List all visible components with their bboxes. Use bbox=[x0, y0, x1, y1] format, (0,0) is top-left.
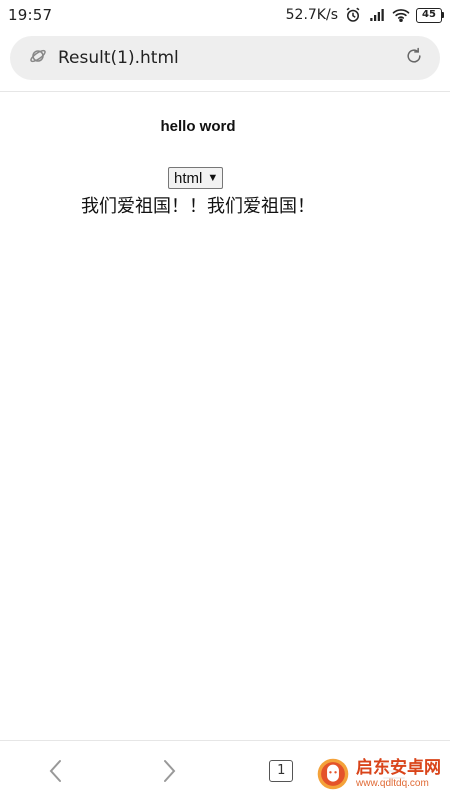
site-planet-icon bbox=[28, 46, 58, 70]
wifi-icon bbox=[392, 6, 410, 24]
tab-count: 1 bbox=[269, 759, 294, 782]
watermark-logo-icon bbox=[317, 758, 349, 790]
status-time: 19:57 bbox=[8, 6, 53, 24]
page-heading: hello word bbox=[160, 118, 236, 135]
back-button[interactable] bbox=[34, 749, 78, 793]
watermark: 启东安卓网 www.qdltdq.com bbox=[316, 754, 444, 794]
chevron-right-icon bbox=[163, 759, 176, 782]
watermark-title: 启东安卓网 bbox=[356, 758, 441, 779]
page-paragraph: 我们爱祖国！！我们爱祖国！ bbox=[81, 196, 315, 217]
chevron-left-icon bbox=[49, 759, 62, 782]
forward-button[interactable] bbox=[147, 749, 191, 793]
status-icons: 52.7K/s 45 bbox=[285, 6, 444, 24]
tabs-button[interactable]: 1 bbox=[259, 749, 303, 793]
select-arrow-icon: ▼ bbox=[207, 172, 219, 184]
alarm-icon bbox=[344, 6, 362, 24]
refresh-icon[interactable] bbox=[404, 46, 424, 70]
url-text[interactable]: Result(1).html bbox=[58, 48, 404, 68]
status-bar: 19:57 52.7K/s 45 bbox=[0, 0, 450, 30]
watermark-text: 启东安卓网 www.qdltdq.com bbox=[356, 759, 441, 789]
address-bar[interactable]: Result(1).html bbox=[10, 36, 440, 80]
select-value: html bbox=[174, 169, 203, 187]
web-content: hello word html ▼ 我们爱祖国！！我们爱祖国！ bbox=[0, 92, 450, 740]
format-select[interactable]: html ▼ bbox=[168, 167, 224, 189]
signal-icon bbox=[368, 6, 386, 24]
browser-screen: 19:57 52.7K/s 45 Result(1).html hello wo… bbox=[0, 0, 450, 800]
battery-icon: 45 bbox=[416, 7, 444, 23]
network-speed: 52.7K/s bbox=[285, 7, 338, 23]
watermark-url: www.qdltdq.com bbox=[356, 777, 429, 789]
